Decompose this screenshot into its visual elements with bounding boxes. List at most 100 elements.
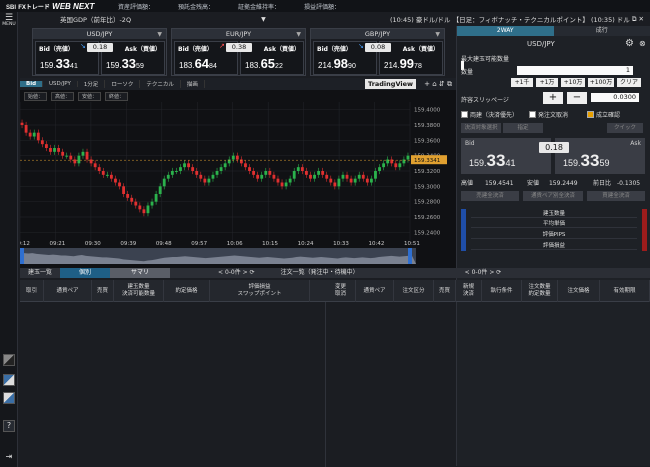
candlestick-chart[interactable]: 159.4000159.3800159.3600159.3400159.3200… — [14, 78, 456, 268]
candle — [130, 197, 134, 202]
close-icon[interactable]: ⊗ — [639, 39, 646, 48]
chart-type-select[interactable]: ローソク — [105, 80, 141, 88]
rate-panel-eurjpy[interactable]: EUR/JPY ▼ Bid（売値） 183.6484 Ask（買値） 183.6522… — [171, 28, 306, 76]
news-ticker[interactable]: (10:45) 豪ドル/ドル 【日足：フィボナッチ・テクニカルポイント】 (10… — [390, 12, 650, 26]
candle — [134, 201, 138, 206]
orders-col-6[interactable]: 注文数量 約定数量 — [522, 280, 558, 302]
close-all-buy-button[interactable]: 買建全決済 — [587, 191, 645, 201]
orders-col-2[interactable]: 注文区分 — [394, 280, 434, 302]
settle-target-select[interactable]: 決済対象選択 — [461, 123, 501, 133]
layout-icon-2[interactable] — [3, 374, 15, 386]
ticker-time-2: (10:35) ドル — [590, 16, 630, 24]
side-select[interactable]: Bid — [20, 81, 44, 87]
candle — [325, 174, 329, 179]
candle — [296, 167, 300, 171]
order-pair[interactable]: USD/JPY — [527, 40, 555, 48]
confirm-checkbox[interactable]: 成立確認 — [587, 110, 620, 119]
interval-select[interactable]: 1分足 — [78, 80, 106, 88]
help-icon[interactable]: ? — [3, 420, 15, 432]
quick-add-1m[interactable]: +100万 — [588, 78, 614, 87]
logout-icon[interactable]: ⇥ — [3, 452, 15, 464]
settle-mode-select[interactable]: 指定 — [503, 123, 543, 133]
pnl-label: 損益評価額： — [304, 3, 341, 11]
hamburger-icon: ☰ — [4, 13, 14, 23]
y-tick-label: 159.2600 — [414, 215, 441, 221]
tab-2way[interactable]: 2WAY — [457, 26, 554, 36]
qty-input[interactable]: 1 — [517, 66, 633, 75]
close-label: 終値： — [105, 92, 129, 101]
orders-col-8[interactable]: 有効期限 — [600, 280, 650, 302]
menu-button[interactable]: ☰ MENU — [2, 13, 16, 28]
slippage-plus[interactable]: + — [543, 92, 563, 104]
chevron-down-icon[interactable]: ▼ — [435, 31, 440, 38]
quick-add-1k[interactable]: +1千 — [511, 78, 533, 87]
positions-col-0[interactable]: 取引 — [20, 280, 44, 302]
close-all-sell-button[interactable]: 売建全決済 — [461, 191, 519, 201]
high-label: 高値 159.4541 — [461, 180, 514, 187]
technical-select[interactable]: テクニカル — [140, 80, 181, 88]
candle — [142, 209, 146, 214]
orders-col-0[interactable]: 変更 取消 — [326, 280, 356, 302]
candle — [248, 167, 251, 171]
cancel-checkbox[interactable]: 発注文取消 — [529, 110, 568, 119]
order-type-select[interactable]: クイック — [607, 123, 643, 133]
orders-col-3[interactable]: 売買 — [434, 280, 456, 302]
tab-individual[interactable]: 個別 — [60, 268, 111, 278]
candle — [300, 167, 304, 171]
layout-icon-3[interactable] — [3, 392, 15, 404]
top-bar: SBI FXトレード WEB NEXT 資産評価額： 預託金残高： 証拠金維持率… — [0, 0, 650, 12]
gear-icon[interactable]: ⚙ — [625, 38, 634, 49]
candle — [280, 182, 284, 187]
list-divider — [325, 302, 326, 467]
order-panel: 2WAY 成行 USD/JPY ⚙ ⊗ 最大建玉可能数量 数量 1 +1千 +1… — [456, 26, 650, 466]
positions-col-2[interactable]: 売買 — [92, 280, 114, 302]
orders-col-1[interactable]: 通貨ペア — [356, 280, 394, 302]
order-list-title[interactable]: 注文一覧（発注中・待機中） — [273, 268, 367, 278]
quick-add-100k[interactable]: +10万 — [561, 78, 585, 87]
hedge-checkbox[interactable]: 両建（決済優先） — [461, 110, 518, 119]
pair-select[interactable]: USD/JPY — [43, 81, 78, 87]
tab-summary[interactable]: サマリ — [110, 268, 171, 278]
candle — [398, 163, 402, 168]
drawing-select[interactable]: 描画 — [181, 80, 205, 88]
close-all-pair-button[interactable]: 通貨ペア別全決済 — [523, 191, 583, 201]
chevron-down-icon[interactable]: ▼ — [261, 16, 266, 23]
orders-col-7[interactable]: 注文価格 — [558, 280, 600, 302]
candle — [122, 186, 126, 194]
orders-col-4[interactable]: 新規 決済 — [456, 280, 482, 302]
rate-pair: EUR/JPY — [225, 30, 252, 38]
asset-value-label: 資産評価額： — [118, 3, 155, 11]
price-chart[interactable]: 159.4000159.3800159.3600159.3400159.3200… — [14, 78, 456, 268]
positions-col-5[interactable]: 評価損益 スワップポイント — [210, 280, 310, 302]
max-qty-label: 最大建玉可能数量 — [461, 56, 510, 63]
layout-icon-1[interactable] — [3, 354, 15, 366]
candle — [154, 194, 158, 202]
chevron-down-icon[interactable]: ▼ — [157, 31, 162, 38]
chart-tools-icon[interactable]: + ⌂ ⇵ ⧉ — [424, 80, 452, 89]
deposit-balance-label: 預託金残高： — [178, 3, 215, 11]
slippage-input[interactable]: 0.0300 — [591, 93, 639, 102]
slippage-minus[interactable]: − — [567, 92, 587, 104]
rate-panel-usdjpy[interactable]: USD/JPY ▼ Bid（売値） 159.3341 Ask（買値） 159.3359… — [32, 28, 167, 76]
candle — [150, 201, 154, 206]
tradingview-button[interactable]: TradingView — [364, 79, 416, 89]
tab-market[interactable]: 成行 — [553, 26, 650, 36]
candle — [174, 171, 178, 172]
bid-order-button[interactable]: Bid 159.3341 — [461, 138, 551, 174]
quick-add-10k[interactable]: +1万 — [536, 78, 558, 87]
tab-positions[interactable]: 建玉一覧 — [20, 268, 60, 278]
rate-pair: USD/JPY — [86, 30, 113, 38]
positions-col-4[interactable]: 約定価格 — [164, 280, 210, 302]
candle — [374, 171, 377, 179]
orders-col-5[interactable]: 執行条件 — [482, 280, 522, 302]
candle — [333, 182, 337, 187]
positions-col-3[interactable]: 建玉数量 決済可能数量 — [114, 280, 164, 302]
positions-col-1[interactable]: 通貨ペア — [44, 280, 92, 302]
candle — [394, 163, 398, 168]
candle — [36, 132, 40, 141]
candle — [93, 163, 97, 168]
external-link-icon[interactable]: ⧉ ✕ — [632, 15, 644, 24]
quick-clear[interactable]: クリア — [617, 78, 641, 87]
chevron-down-icon[interactable]: ▼ — [296, 31, 301, 38]
rate-panel-gbpjpy[interactable]: GBP/JPY ▼ Bid（売値） 214.9890 Ask（買値） 214.9978… — [310, 28, 445, 76]
